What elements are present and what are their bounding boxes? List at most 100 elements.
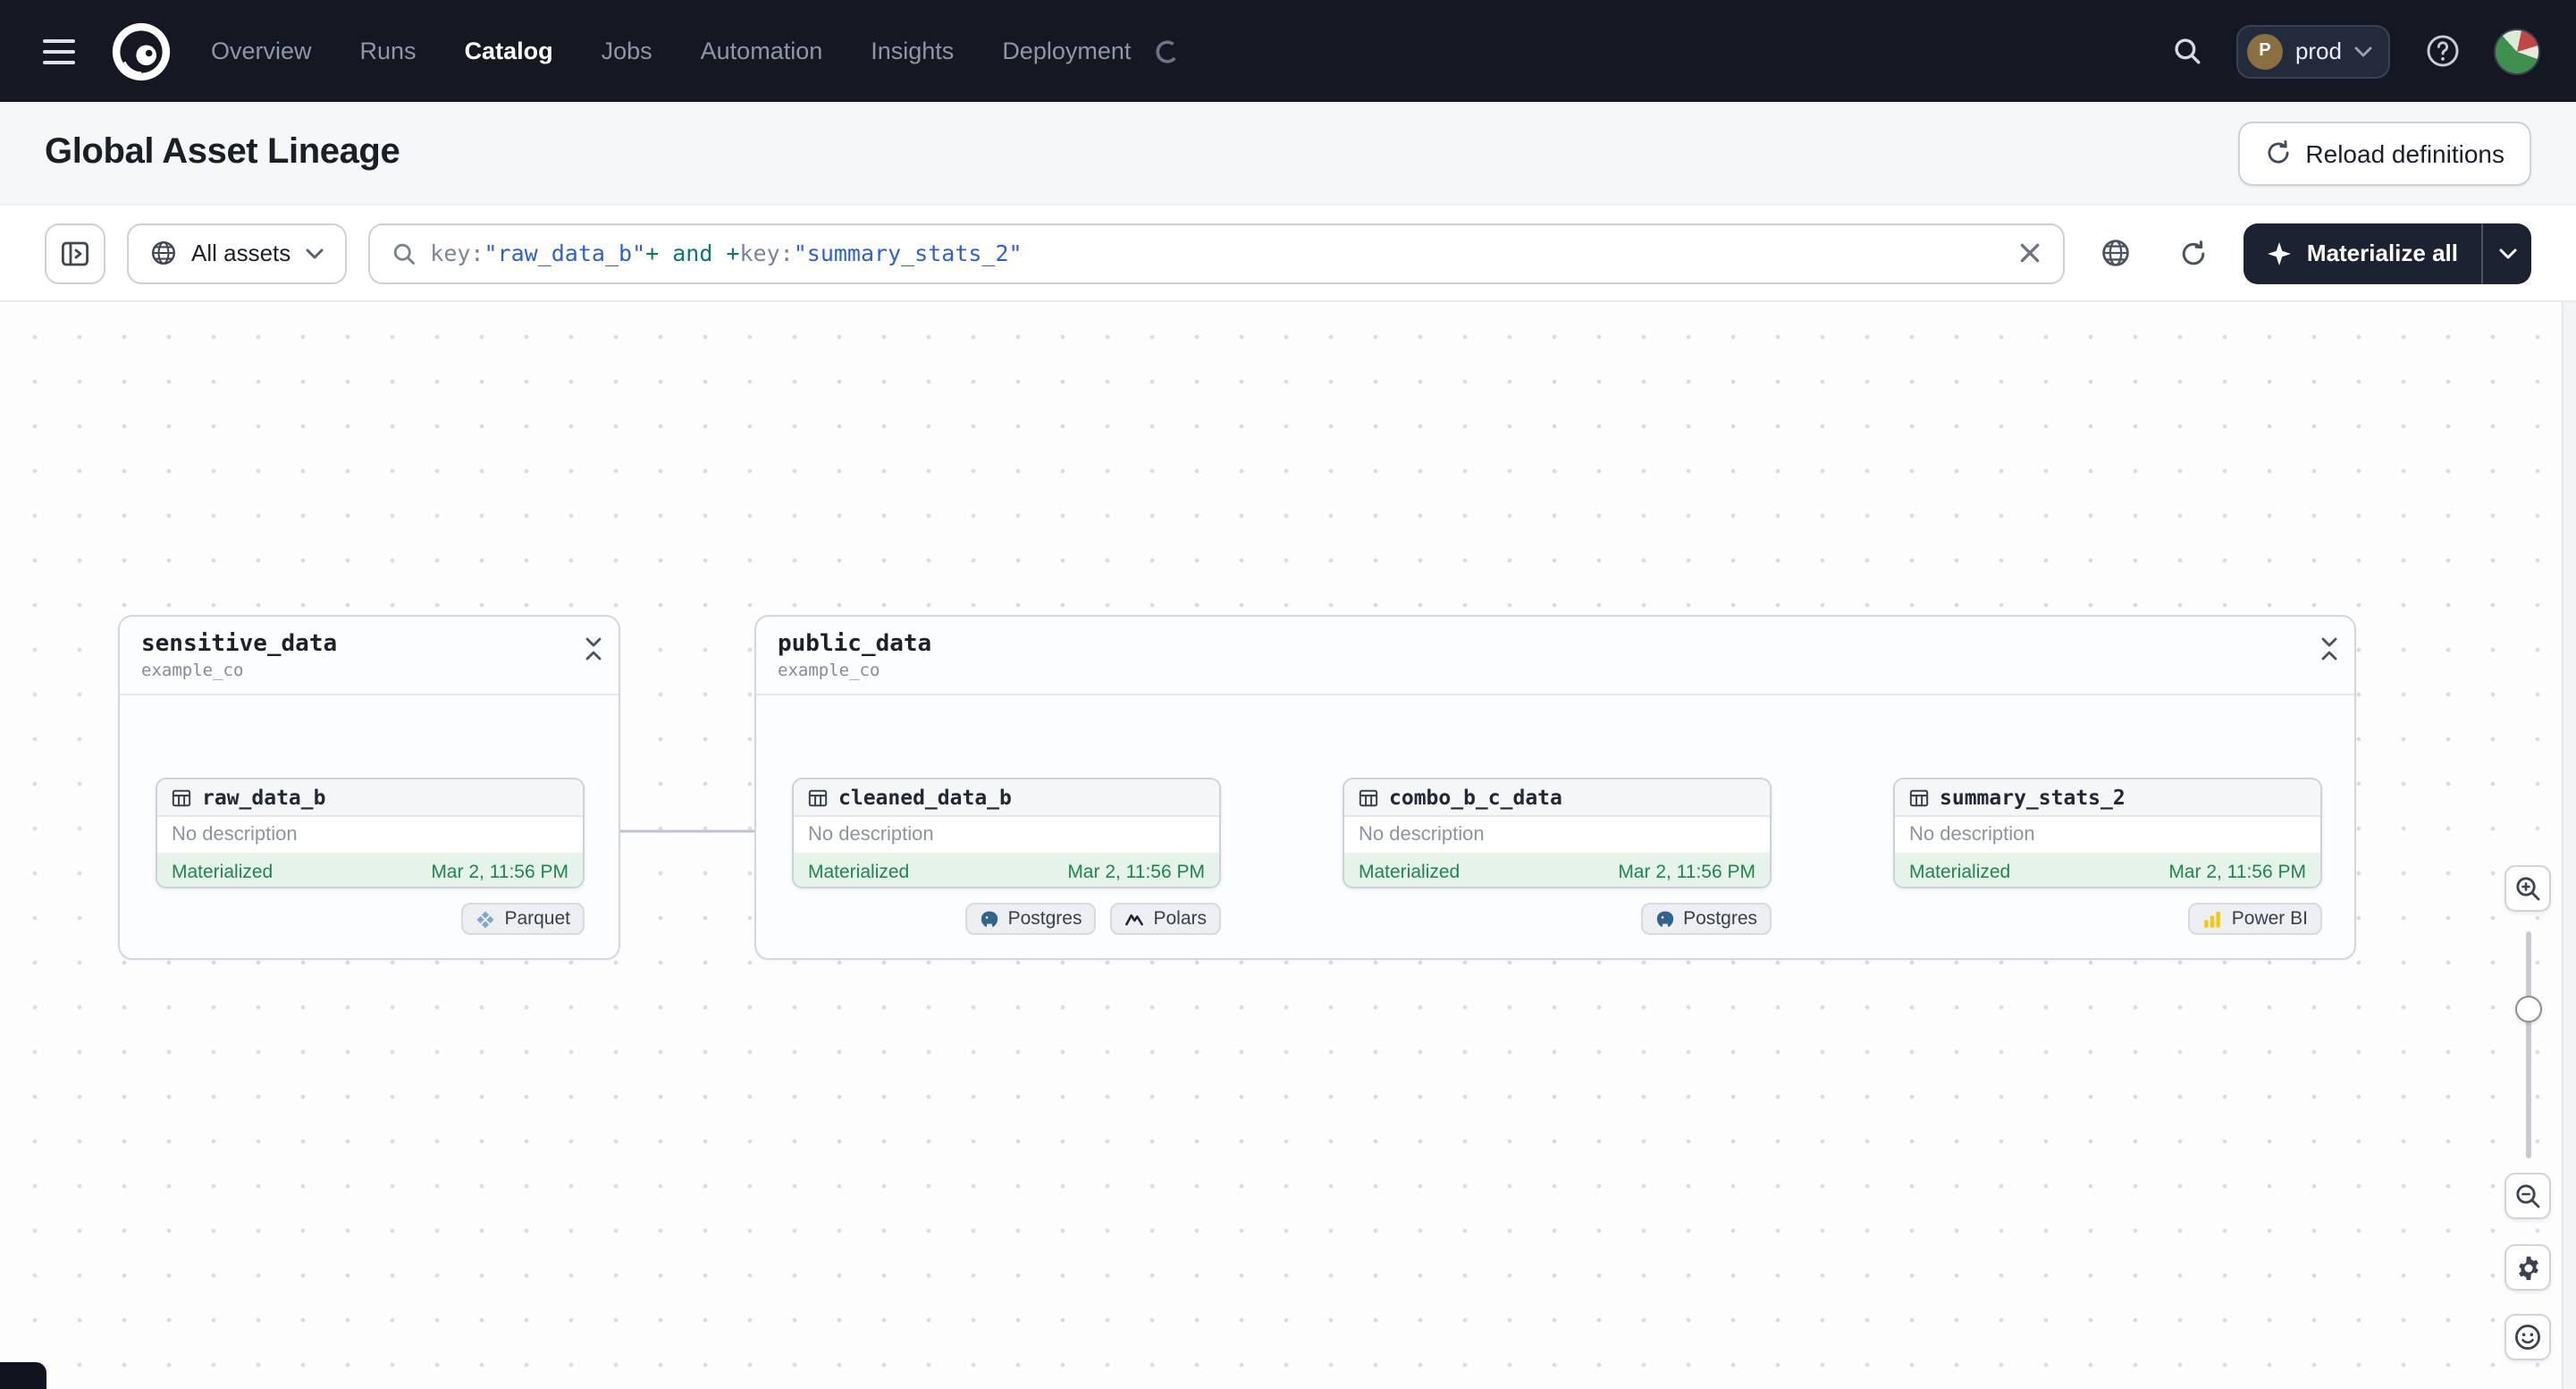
asset-timestamp: Mar 2, 11:56 PM bbox=[2168, 861, 2306, 882]
user-avatar[interactable] bbox=[2494, 28, 2540, 74]
asset-status: Materialized bbox=[1359, 861, 1461, 882]
kind-tag-postgres[interactable]: Postgres bbox=[1640, 903, 1772, 935]
dagster-logo[interactable] bbox=[111, 21, 172, 81]
asset-node-raw-data-b[interactable]: raw_data_b No description Materialized M… bbox=[156, 778, 585, 888]
zoom-slider-thumb[interactable] bbox=[2514, 996, 2541, 1023]
kind-tag-label: Polars bbox=[1153, 908, 1207, 930]
hamburger-menu-icon[interactable] bbox=[36, 28, 82, 74]
search-query: key: "raw_data_b" + and + key: "summary_stat… bbox=[430, 240, 2005, 266]
asset-node-combo-b-c-data[interactable]: combo_b_c_data No description Materializ… bbox=[1343, 778, 1772, 888]
nav-right: P prod bbox=[2161, 24, 2540, 78]
reload-icon bbox=[2264, 139, 2291, 166]
global-lineage-button[interactable] bbox=[2087, 224, 2144, 282]
globe-icon bbox=[150, 240, 177, 266]
asset-name: raw_data_b bbox=[202, 785, 326, 810]
lineage-canvas[interactable]: sensitive_data example_co raw_data_b No … bbox=[0, 300, 2576, 1389]
collapse-group-button[interactable] bbox=[2320, 636, 2338, 661]
table-icon bbox=[172, 787, 191, 807]
feedback-button[interactable] bbox=[2504, 1314, 2551, 1360]
asset-status: Materialized bbox=[1909, 861, 2011, 882]
table-icon bbox=[808, 787, 828, 807]
asset-kind-tags: Power BI bbox=[1893, 903, 2322, 935]
smiley-icon bbox=[2513, 1323, 2542, 1351]
kind-tag-polars[interactable]: Polars bbox=[1110, 903, 1221, 935]
kind-tag-parquet[interactable]: Parquet bbox=[461, 903, 585, 935]
asset-node-summary-stats-2[interactable]: summary_stats_2 No description Materiali… bbox=[1893, 778, 2322, 888]
refresh-button[interactable] bbox=[2166, 224, 2223, 282]
nav-item-automation[interactable]: Automation bbox=[701, 38, 823, 64]
materialize-all-label: Materialize all bbox=[2306, 240, 2458, 266]
group-code-location: example_co bbox=[141, 661, 244, 681]
search-button[interactable] bbox=[2161, 24, 2215, 78]
asset-name: summary_stats_2 bbox=[1940, 785, 2126, 810]
group-name: sensitive_data bbox=[141, 631, 338, 658]
asset-name: cleaned_data_b bbox=[838, 785, 1012, 810]
nav-item-insights[interactable]: Insights bbox=[871, 38, 954, 64]
asset-group-public-data: public_data example_co cleaned_data_b No… bbox=[754, 615, 2356, 960]
dagster-app: Overview Runs Catalog Jobs Automation In… bbox=[0, 0, 2576, 1389]
collapse-group-button[interactable] bbox=[585, 636, 602, 661]
asset-timestamp: Mar 2, 11:56 PM bbox=[1618, 861, 1755, 882]
refresh-icon bbox=[2180, 239, 2209, 267]
deployment-switcher[interactable]: P prod bbox=[2235, 24, 2390, 78]
polars-icon bbox=[1124, 909, 1144, 929]
help-button[interactable] bbox=[2415, 24, 2469, 78]
panel-toggle-button[interactable] bbox=[45, 223, 105, 283]
asset-group-sensitive-data: sensitive_data example_co raw_data_b No … bbox=[118, 615, 620, 960]
asset-timestamp: Mar 2, 11:56 PM bbox=[431, 861, 568, 882]
kind-tag-label: Postgres bbox=[1683, 908, 1757, 930]
asset-name: combo_b_c_data bbox=[1389, 785, 1562, 810]
kind-tag-label: Parquet bbox=[504, 908, 570, 930]
zoom-in-button[interactable] bbox=[2504, 865, 2551, 912]
postgres-icon bbox=[980, 909, 999, 929]
asset-kind-tags: Postgres bbox=[1343, 903, 1772, 935]
kind-tag-power-bi[interactable]: Power BI bbox=[2188, 903, 2322, 935]
panel-expand-icon bbox=[61, 239, 89, 267]
collapse-icon bbox=[2320, 636, 2338, 661]
globe-icon bbox=[2100, 238, 2131, 268]
kind-tag-label: Power BI bbox=[2231, 908, 2308, 930]
vertical-scrollbar[interactable] bbox=[2562, 302, 2576, 1389]
asset-filter-label: All assets bbox=[191, 240, 291, 266]
nav-item-jobs[interactable]: Jobs bbox=[602, 38, 652, 64]
asset-description: No description bbox=[172, 824, 298, 846]
asset-status-bar: Materialized Mar 2, 11:56 PM bbox=[157, 853, 583, 887]
kind-tag-postgres[interactable]: Postgres bbox=[964, 903, 1097, 935]
asset-filter-dropdown[interactable]: All assets bbox=[127, 223, 347, 283]
collapse-icon bbox=[585, 636, 602, 661]
group-header: sensitive_data example_co bbox=[120, 617, 619, 695]
close-icon bbox=[2019, 241, 2042, 265]
table-icon bbox=[1909, 787, 1929, 807]
asset-node-cleaned-data-b[interactable]: cleaned_data_b No description Materializ… bbox=[792, 778, 1221, 888]
materialize-options-button[interactable] bbox=[2483, 223, 2531, 283]
group-name: public_data bbox=[778, 631, 932, 658]
materialize-all-button[interactable]: Materialize all bbox=[2244, 223, 2481, 283]
asset-status: Materialized bbox=[808, 861, 910, 882]
asset-node-header: summary_stats_2 bbox=[1895, 779, 2320, 817]
asset-node-header: cleaned_data_b bbox=[794, 779, 1219, 817]
postgres-icon bbox=[1654, 909, 1674, 929]
nav-item-overview[interactable]: Overview bbox=[211, 38, 312, 64]
query-token: key: bbox=[739, 240, 794, 266]
zoom-slider[interactable] bbox=[2504, 931, 2551, 1158]
query-token: "summary_stats_2" bbox=[793, 240, 1023, 266]
page-header: Global Asset Lineage Reload definitions bbox=[0, 102, 2576, 206]
zoom-out-button[interactable] bbox=[2504, 1173, 2551, 1219]
settings-button[interactable] bbox=[2504, 1244, 2551, 1291]
chevron-down-icon bbox=[2498, 248, 2516, 258]
lineage-search-input[interactable]: key: "raw_data_b" + and + key: "summary_stat… bbox=[367, 223, 2066, 283]
parquet-icon bbox=[476, 909, 495, 929]
reload-definitions-button[interactable]: Reload definitions bbox=[2237, 121, 2531, 185]
query-token: + and + bbox=[645, 240, 740, 266]
chevron-down-icon bbox=[2354, 46, 2372, 56]
reload-definitions-label: Reload definitions bbox=[2305, 139, 2504, 167]
query-token: key: bbox=[430, 240, 484, 266]
help-icon bbox=[2425, 34, 2459, 68]
chevron-down-icon bbox=[305, 248, 323, 258]
kind-tag-label: Postgres bbox=[1007, 908, 1082, 930]
nav-item-catalog[interactable]: Catalog bbox=[465, 38, 553, 64]
sparkle-icon bbox=[2268, 240, 2293, 265]
clear-search-button[interactable] bbox=[2019, 241, 2042, 265]
nav-item-deployment[interactable]: Deployment bbox=[1002, 38, 1131, 64]
nav-item-runs[interactable]: Runs bbox=[360, 38, 417, 64]
